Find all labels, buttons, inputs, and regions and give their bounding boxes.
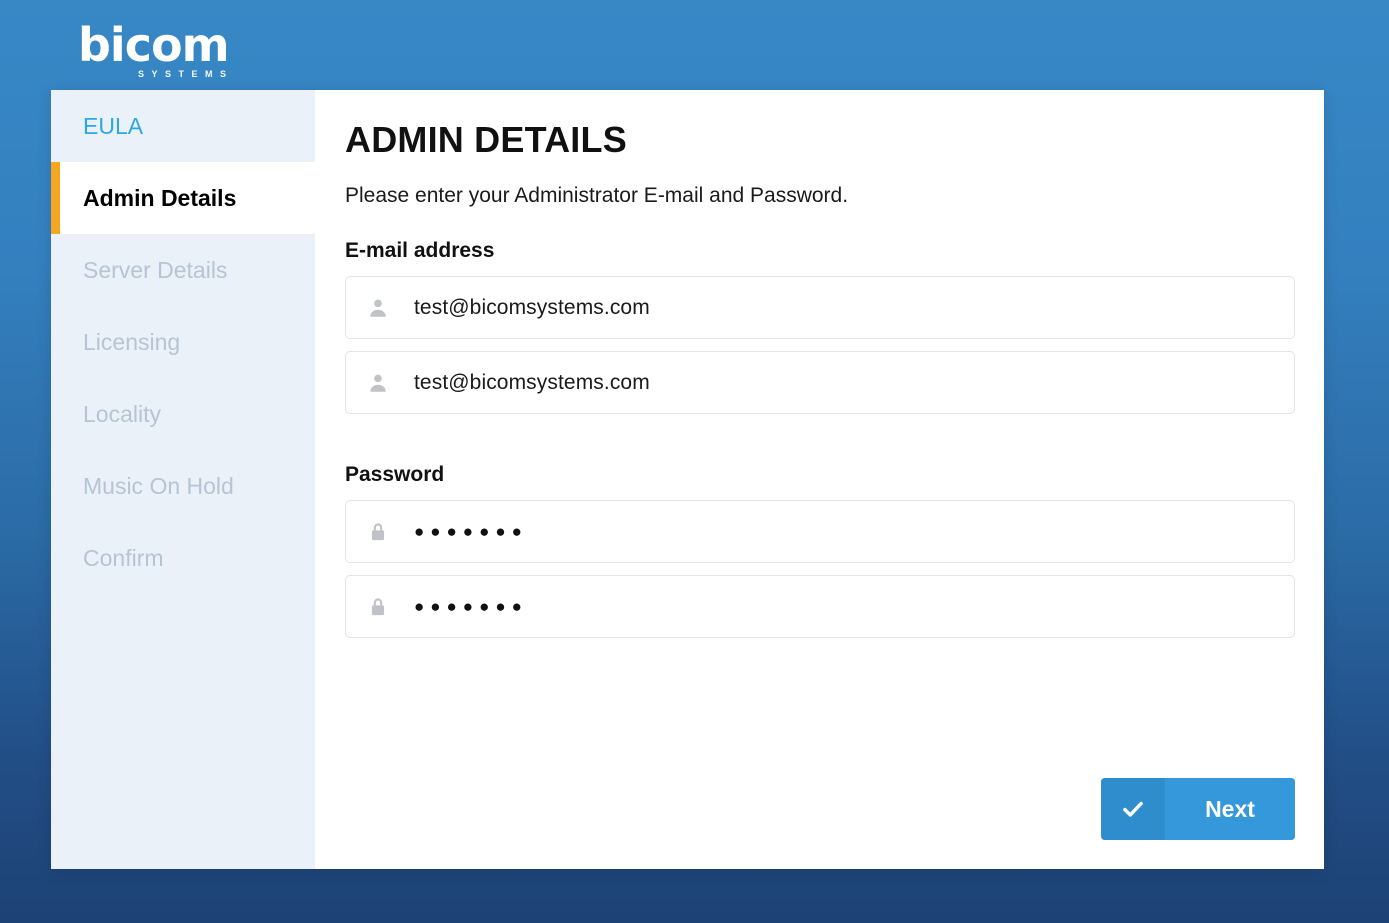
sidebar-item-label: Admin Details — [83, 187, 236, 210]
sidebar-item-locality[interactable]: Locality — [51, 378, 315, 450]
page-subtitle: Please enter your Administrator E-mail a… — [345, 182, 1295, 210]
email-confirm-field[interactable]: test@bicomsystems.com — [345, 351, 1295, 414]
lock-icon — [366, 520, 390, 544]
bicom-logo: bicom SYSTEMS — [78, 22, 278, 78]
user-icon — [366, 296, 390, 320]
email-confirm-field-value: test@bicomsystems.com — [414, 371, 650, 395]
email-field-value: test@bicomsystems.com — [414, 296, 650, 320]
page-title: ADMIN DETAILS — [345, 118, 1295, 162]
password-section-label: Password — [345, 462, 1295, 488]
sidebar-item-server-details[interactable]: Server Details — [51, 234, 315, 306]
next-button[interactable]: Next — [1101, 778, 1295, 840]
sidebar-item-label: Server Details — [83, 259, 227, 282]
check-icon — [1101, 778, 1165, 840]
password-field-value: ●●●●●●● — [414, 520, 528, 544]
sidebar-item-confirm[interactable]: Confirm — [51, 522, 315, 594]
sidebar-item-label: Confirm — [83, 547, 164, 570]
password-confirm-field-value: ●●●●●●● — [414, 595, 528, 619]
password-field[interactable]: ●●●●●●● — [345, 500, 1295, 563]
email-section-label: E-mail address — [345, 238, 1295, 264]
email-field[interactable]: test@bicomsystems.com — [345, 276, 1295, 339]
sidebar-item-eula[interactable]: EULA — [51, 90, 315, 162]
wizard-card: EULA Admin Details Server Details Licens… — [51, 90, 1324, 869]
wizard-main-panel: ADMIN DETAILS Please enter your Administ… — [315, 90, 1324, 869]
wizard-sidebar: EULA Admin Details Server Details Licens… — [51, 90, 315, 869]
sidebar-item-label: EULA — [83, 115, 143, 138]
sidebar-item-label: Licensing — [83, 331, 180, 354]
sidebar-item-licensing[interactable]: Licensing — [51, 306, 315, 378]
wizard-footer: Next — [1101, 778, 1295, 840]
sidebar-item-label: Locality — [83, 403, 161, 426]
next-button-label: Next — [1165, 778, 1295, 840]
sidebar-item-music-on-hold[interactable]: Music On Hold — [51, 450, 315, 522]
logo-subtitle: SYSTEMS — [138, 69, 278, 79]
sidebar-item-label: Music On Hold — [83, 475, 234, 498]
password-confirm-field[interactable]: ●●●●●●● — [345, 575, 1295, 638]
sidebar-item-admin-details[interactable]: Admin Details — [51, 162, 315, 234]
lock-icon — [366, 595, 390, 619]
logo-wordmark: bicom — [78, 22, 278, 68]
user-icon — [366, 371, 390, 395]
